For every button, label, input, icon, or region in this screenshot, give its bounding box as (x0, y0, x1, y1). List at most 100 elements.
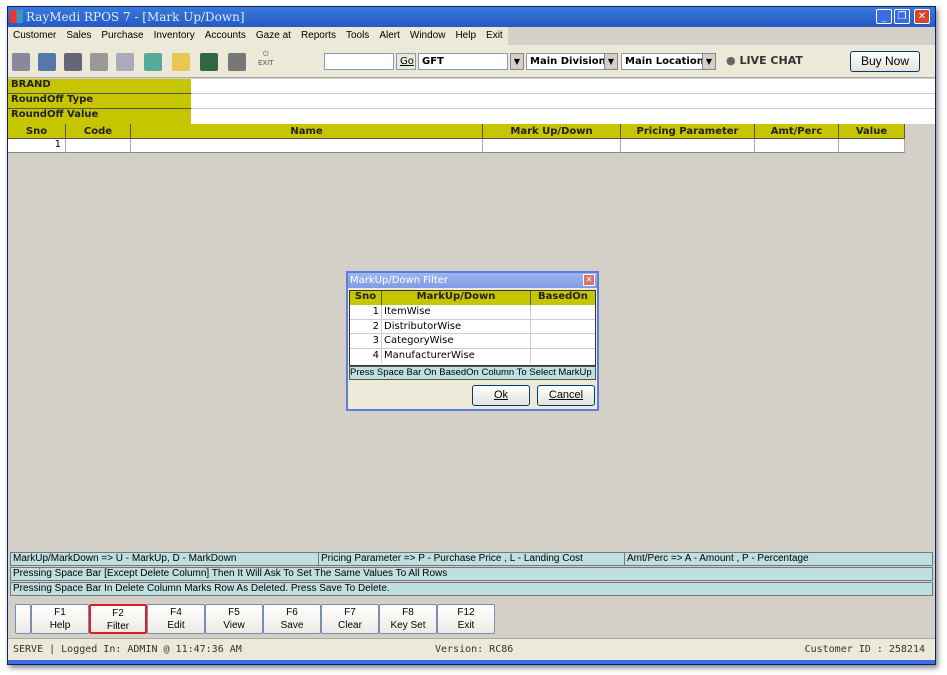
filter-basedon[interactable] (531, 334, 595, 348)
dialog-title-bar: MarkUp/Down Filter ✕ (348, 273, 597, 288)
col-name[interactable]: Name (131, 124, 483, 139)
window-title: RayMedi RPOS 7 - [Mark Up/Down] (26, 10, 245, 24)
chat-icon: ● (726, 54, 736, 67)
menu-accounts[interactable]: Accounts (200, 27, 251, 45)
menu-customer[interactable]: Customer (8, 27, 61, 45)
menu-gaze-at[interactable]: Gaze at (251, 27, 296, 45)
menu-alert[interactable]: Alert (374, 27, 405, 45)
toolbar: ⏻ EXIT Go GFT ▼ Main Division ▼ Main Loca… (8, 45, 935, 78)
col-amt-perc[interactable]: Amt/Perc (755, 124, 839, 139)
minimize-button[interactable]: _ (876, 9, 892, 24)
search-input[interactable] (324, 53, 394, 70)
f5-label: View (223, 620, 245, 631)
markup-filter-dialog: MarkUp/Down Filter ✕ Sno MarkUp/Down Bas… (346, 271, 599, 411)
f5-view-button[interactable]: F5 View (205, 604, 263, 634)
f1-label: Help (49, 620, 71, 631)
row1-value[interactable] (839, 139, 905, 153)
f8-label: Key Set (390, 620, 426, 631)
ok-button[interactable]: Ok (472, 385, 530, 406)
row1-sno[interactable]: 1 (8, 139, 66, 153)
col-value[interactable]: Value (839, 124, 905, 139)
f12-exit-button[interactable]: F12 Exit (437, 604, 495, 634)
menu-tools[interactable]: Tools (341, 27, 374, 45)
row1-pricing[interactable] (621, 139, 755, 153)
filter-row[interactable]: 1 ItemWise (350, 305, 595, 320)
chart-icon[interactable] (228, 53, 246, 71)
title-bar: RayMedi RPOS 7 - [Mark Up/Down] _ ❐ ✕ (8, 7, 935, 27)
f8-keyset-button[interactable]: F8 Key Set (379, 604, 437, 634)
division-dropdown-arrow[interactable]: ▼ (604, 53, 618, 70)
status-bar: SERVE | Logged In: ADMIN @ 11:47:36 AM V… (8, 638, 935, 660)
cash-icon[interactable] (200, 53, 218, 71)
cancel-button[interactable]: Cancel (537, 385, 595, 406)
col-code[interactable]: Code (66, 124, 131, 139)
store-select[interactable]: GFT (418, 53, 508, 70)
col-pricing[interactable]: Pricing Parameter (621, 124, 755, 139)
filter-sno: 2 (350, 319, 382, 333)
f2-filter-button[interactable]: F2 Filter (89, 604, 147, 634)
filter-name: ManufacturerWise (382, 348, 531, 363)
report-icon[interactable] (116, 53, 134, 71)
menu-help[interactable]: Help (450, 27, 481, 45)
f12-label: Exit (457, 620, 475, 631)
main-window: RayMedi RPOS 7 - [Mark Up/Down] _ ❐ ✕ Cu… (7, 6, 936, 665)
exit-icon[interactable]: ⏻ EXIT (258, 50, 274, 67)
version-label: Version: RC86 (435, 644, 514, 655)
row1-markup[interactable] (483, 139, 621, 153)
menu-purchase[interactable]: Purchase (96, 27, 148, 45)
filter-row[interactable]: 2 DistributorWise (350, 319, 595, 334)
delete-hint: Pressing Space Bar In Delete Column Mark… (10, 582, 933, 596)
dlg-col-sno: Sno (350, 291, 382, 305)
f4-label: Edit (167, 620, 185, 631)
menu-reports[interactable]: Reports (296, 27, 341, 45)
menu-inventory[interactable]: Inventory (149, 27, 200, 45)
live-chat-link[interactable]: ● LIVE CHAT (726, 54, 803, 67)
menu-exit[interactable]: Exit (481, 27, 508, 45)
menu-bar: Customer Sales Purchase Inventory Accoun… (8, 27, 508, 45)
document-icon[interactable] (12, 53, 30, 71)
roundoff-type-field[interactable] (191, 94, 935, 109)
row1-amt-perc[interactable] (755, 139, 839, 153)
cart-icon[interactable] (38, 53, 56, 71)
dlg-col-markup: MarkUp/Down (382, 291, 531, 305)
row1-code[interactable] (66, 139, 131, 153)
fkey-spacer (15, 604, 31, 634)
row1-name[interactable] (131, 139, 483, 153)
roundoff-value-field[interactable] (191, 109, 935, 124)
folder-icon[interactable] (172, 53, 190, 71)
filter-basedon[interactable] (531, 349, 595, 364)
filter-row[interactable]: 3 CategoryWise (350, 334, 595, 349)
barcode-icon[interactable] (90, 53, 108, 71)
menu-sales[interactable]: Sales (61, 27, 96, 45)
go-button[interactable]: Go (396, 53, 416, 70)
brand-field[interactable] (191, 79, 935, 94)
customer-id: Customer ID : 258214 (804, 644, 925, 655)
f6-label: Save (280, 620, 304, 631)
col-markup[interactable]: Mark Up/Down (483, 124, 621, 139)
dialog-close-button[interactable]: ✕ (583, 274, 595, 286)
filter-basedon[interactable] (531, 305, 595, 319)
f7-label: Clear (338, 620, 362, 631)
markup-legend: MarkUp/MarkDown => U - MarkUp, D - MarkD… (11, 553, 319, 565)
location-dropdown-arrow[interactable]: ▼ (702, 53, 716, 70)
return-icon[interactable] (144, 53, 162, 71)
col-sno[interactable]: Sno (8, 124, 66, 139)
f4-edit-button[interactable]: F4 Edit (147, 604, 205, 634)
f1-help-button[interactable]: F1 Help (31, 604, 89, 634)
f6-save-button[interactable]: F6 Save (263, 604, 321, 634)
buy-now-button[interactable]: Buy Now (850, 51, 920, 72)
filter-sno: 1 (350, 305, 382, 319)
maximize-button[interactable]: ❐ (894, 9, 910, 24)
f7-clear-button[interactable]: F7 Clear (321, 604, 379, 634)
menu-window[interactable]: Window (405, 27, 451, 45)
store-dropdown-arrow[interactable]: ▼ (510, 53, 524, 70)
dialog-title: MarkUp/Down Filter (350, 275, 448, 286)
f7-key: F7 (344, 607, 356, 618)
window-bottom-border (8, 660, 935, 664)
live-chat-label: LIVE CHAT (739, 54, 803, 67)
filter-row[interactable]: 4 ManufacturerWise (350, 348, 595, 364)
printer-icon[interactable] (64, 53, 82, 71)
close-button[interactable]: ✕ (914, 9, 930, 24)
filter-basedon[interactable] (531, 320, 595, 334)
filter-grid: Sno MarkUp/Down BasedOn 1 ItemWise 2 Distr… (349, 290, 596, 366)
